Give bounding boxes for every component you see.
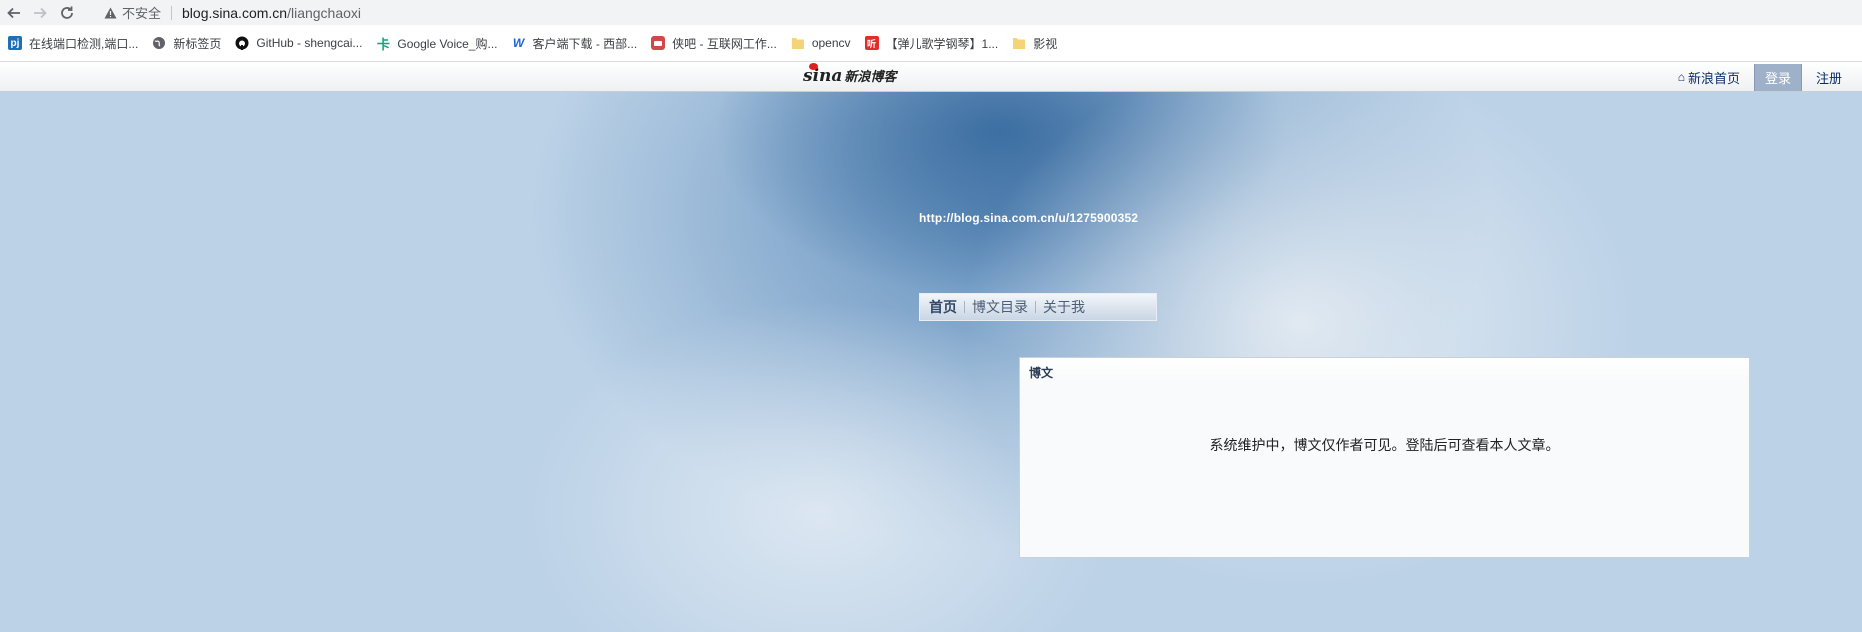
warning-triangle-icon xyxy=(104,7,117,18)
tab-about-me[interactable]: 关于我 xyxy=(1043,297,1085,317)
sina-logo-text: 新浪博客 xyxy=(844,69,897,84)
bookmark-label: 新标签页 xyxy=(173,36,222,51)
tab-home[interactable]: 首页 xyxy=(929,297,957,317)
bookmark-label: opencv xyxy=(811,36,851,50)
sina-home-label: 新浪首页 xyxy=(1687,70,1740,86)
forward-button[interactable] xyxy=(27,0,53,25)
sina-top-links: ⌂ 新浪首页 登录 注册 xyxy=(1666,62,1862,92)
back-button[interactable] xyxy=(1,0,27,25)
bookmark-label: 影视 xyxy=(1033,36,1058,51)
sina-home-link[interactable]: ⌂ 新浪首页 xyxy=(1666,62,1752,92)
bookmark-opencv-folder[interactable]: opencv xyxy=(791,36,851,50)
sina-logo-word: sina xyxy=(803,63,843,86)
bookmark-west-client[interactable]: W 客户端下载 - 西部... xyxy=(511,35,637,52)
login-button[interactable]: 登录 xyxy=(1753,63,1802,91)
url-host: blog.sina.com.cn xyxy=(182,4,288,21)
bookmark-google-voice[interactable]: 卡 Google Voice_购... xyxy=(376,35,498,52)
github-icon xyxy=(235,36,249,50)
bookmark-label: 在线端口检测,端口... xyxy=(29,36,139,51)
posts-panel: 博文 系统维护中，博文仅作者可见。登陆后可查看本人文章。 xyxy=(1019,357,1750,558)
folder-icon xyxy=(791,36,805,50)
address-bar[interactable]: 不安全 blog.sina.com.cn/liangchaoxi xyxy=(104,1,1862,24)
maintenance-message: 系统维护中，博文仅作者可见。登陆后可查看本人文章。 xyxy=(1209,437,1560,453)
globe-icon xyxy=(152,36,166,50)
xiaba-icon xyxy=(651,36,666,50)
back-arrow-icon xyxy=(7,7,20,18)
register-link[interactable]: 注册 xyxy=(1804,62,1862,92)
sina-topbar: sina 新浪博客 ⌂ 新浪首页 登录 注册 xyxy=(0,62,1862,92)
reload-icon xyxy=(61,6,73,19)
bookmark-label: GitHub - shengcai... xyxy=(256,36,363,50)
bookmark-label: 客户端下载 - 西部... xyxy=(532,36,638,51)
blog-nav: 首页 博文目录 关于我 xyxy=(919,293,1157,321)
security-warning-label: 不安全 xyxy=(122,6,162,21)
nav-divider xyxy=(1035,301,1036,313)
bilibili-icon: 听 xyxy=(864,36,879,50)
browser-toolbar: 不安全 blog.sina.com.cn/liangchaoxi xyxy=(0,0,1862,25)
url-path: /liangchaoxi xyxy=(287,4,362,21)
blog-background: http://blog.sina.com.cn/u/1275900352 首页 … xyxy=(0,92,1862,632)
bookmark-label: Google Voice_购... xyxy=(397,36,498,51)
folder-icon xyxy=(1012,36,1026,50)
bookmark-port-check[interactable]: pj 在线端口检测,端口... xyxy=(8,35,138,52)
bookmark-github[interactable]: GitHub - shengcai... xyxy=(235,36,362,50)
security-warning[interactable]: 不安全 xyxy=(104,3,161,22)
nav-divider xyxy=(964,301,965,313)
bookmark-piano[interactable]: 听 【弹儿歌学钢琴】1... xyxy=(864,35,999,52)
bookmark-label: 侠吧 - 互联网工作... xyxy=(672,36,777,51)
address-divider xyxy=(171,5,173,20)
forward-arrow-icon xyxy=(34,7,47,18)
bookmark-new-tab[interactable]: 新标签页 xyxy=(152,35,221,52)
bookmark-xiaba[interactable]: 侠吧 - 互联网工作... xyxy=(651,35,777,52)
bookmark-label: 【弹儿歌学钢琴】1... xyxy=(885,36,999,51)
home-icon: ⌂ xyxy=(1677,70,1685,84)
pj-icon: pj xyxy=(8,36,22,50)
w-icon: W xyxy=(512,36,525,50)
blog-url[interactable]: http://blog.sina.com.cn/u/1275900352 xyxy=(919,211,1138,225)
bookmark-video-folder[interactable]: 影视 xyxy=(1012,35,1057,52)
posts-panel-title: 博文 xyxy=(1029,366,1054,380)
sina-blog-logo[interactable]: sina 新浪博客 xyxy=(803,63,897,86)
bookmarks-bar: pj 在线端口检测,端口... 新标签页 GitHub - shengcai..… xyxy=(0,25,1862,62)
card-icon: 卡 xyxy=(376,36,390,52)
reload-button[interactable] xyxy=(54,0,80,25)
tab-article-list[interactable]: 博文目录 xyxy=(972,297,1028,317)
